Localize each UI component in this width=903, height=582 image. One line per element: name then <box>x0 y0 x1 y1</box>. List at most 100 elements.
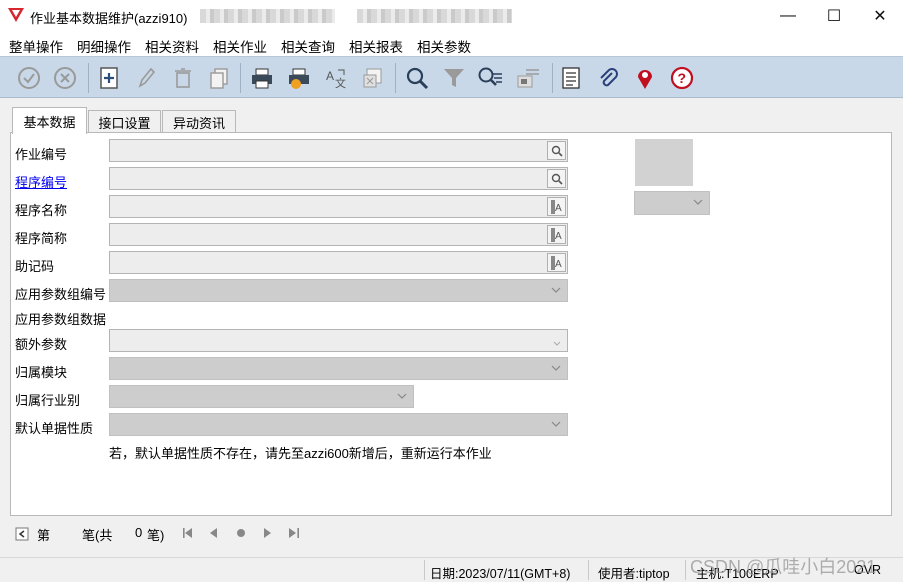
attachment-icon[interactable] <box>594 64 622 92</box>
default-doc-type-select[interactable] <box>109 413 568 436</box>
chevron-down-icon <box>693 199 703 205</box>
status-date: 日期:2023/07/11(GMT+8) <box>430 567 571 581</box>
first-record-icon[interactable] <box>183 528 193 538</box>
label-default-doc-type: 默认单据性质 <box>15 421 94 436</box>
svg-text:文: 文 <box>335 76 346 90</box>
goto-record-icon[interactable] <box>15 527 29 541</box>
menu-related-params[interactable]: 相关参数 <box>417 36 471 56</box>
maximize-button[interactable]: ☐ <box>811 0 857 32</box>
label-program-no-link[interactable]: 程序编号 <box>15 172 67 191</box>
watermark: CSDN @瓜哇小白2021 <box>690 557 877 577</box>
translate-icon[interactable]: A文 <box>322 64 350 92</box>
report-list-icon[interactable] <box>557 64 585 92</box>
job-no-field[interactable] <box>109 139 568 162</box>
chevron-down-icon <box>551 365 561 371</box>
param-group-no-select[interactable] <box>109 279 568 302</box>
toolbar: A文 ? <box>0 56 903 98</box>
label-module: 归属模块 <box>15 365 68 380</box>
close-button[interactable]: ✕ <box>857 0 903 32</box>
lookup-icon[interactable] <box>547 141 566 160</box>
menu-related-jobs[interactable]: 相关作业 <box>213 36 267 56</box>
program-name-field[interactable]: A <box>109 195 568 218</box>
filter-icon[interactable] <box>440 64 468 92</box>
label-industry: 归属行业别 <box>15 393 81 408</box>
print-setup-icon[interactable] <box>285 64 313 92</box>
chevron-down-icon <box>397 393 407 399</box>
svg-text:A: A <box>326 69 334 83</box>
current-record-icon[interactable] <box>236 528 246 538</box>
label-program-name: 程序名称 <box>15 203 68 218</box>
program-no-field[interactable] <box>109 167 568 190</box>
nav-prefix: 第 <box>37 528 51 543</box>
tab-change-info[interactable]: 异动资讯 <box>162 110 236 134</box>
scroll-down-icon[interactable] <box>553 341 561 347</box>
print-icon[interactable] <box>248 64 276 92</box>
search-icon[interactable] <box>403 64 431 92</box>
program-short-field[interactable]: A <box>109 223 568 246</box>
menu-bar: 整单操作 明细操作 相关资料 相关作业 相关查询 相关报表 相关参数 <box>0 32 903 56</box>
label-mnemonic: 助记码 <box>15 259 55 274</box>
svg-text:A: A <box>555 203 562 214</box>
minimize-button[interactable]: — <box>765 0 811 32</box>
last-record-icon[interactable] <box>289 528 299 538</box>
tab-interface-settings[interactable]: 接口设置 <box>88 110 161 134</box>
svg-text:?: ? <box>678 70 687 86</box>
next-record-icon[interactable] <box>264 528 272 538</box>
redacted-info <box>200 9 335 23</box>
prev-record-icon[interactable] <box>210 528 218 538</box>
svg-text:A: A <box>555 259 562 270</box>
redacted-info <box>357 9 512 23</box>
menu-detail[interactable]: 明细操作 <box>77 36 131 56</box>
status-separator <box>588 560 589 580</box>
export-icon[interactable] <box>514 64 542 92</box>
cancel-icon[interactable] <box>51 64 79 92</box>
lookup-icon[interactable] <box>547 169 566 188</box>
status-separator <box>685 560 686 580</box>
hint-text: 若，默认单据性质不存在，请先至azzi600新增后，重新运行本作业 <box>109 446 492 461</box>
toolbar-separator <box>395 63 396 93</box>
status-separator <box>424 560 425 580</box>
multilang-icon[interactable]: A <box>547 253 566 272</box>
label-extra-params: 额外参数 <box>15 337 68 352</box>
multilang-icon[interactable]: A <box>547 197 566 216</box>
label-param-group-no: 应用参数组编号 <box>15 287 107 302</box>
title-bar: 作业基本数据维护(azzi910) — ☐ ✕ <box>0 0 903 32</box>
image-placeholder[interactable] <box>635 139 693 186</box>
edit-icon[interactable] <box>132 64 160 92</box>
location-icon[interactable] <box>631 64 659 92</box>
svg-text:A: A <box>555 231 562 242</box>
tab-basic-data[interactable]: 基本数据 <box>12 107 87 134</box>
chevron-down-icon <box>551 287 561 293</box>
nav-middle: 笔(共 <box>82 528 113 543</box>
close-window-icon[interactable] <box>359 64 387 92</box>
module-select[interactable] <box>109 357 568 380</box>
confirm-icon[interactable] <box>15 64 43 92</box>
delete-icon[interactable] <box>169 64 197 92</box>
status-user: 使用者:tiptop <box>598 567 670 581</box>
record-count: 0 <box>135 525 143 540</box>
menu-related-data[interactable]: 相关资料 <box>145 36 199 56</box>
label-param-group-data: 应用参数组数据 <box>15 312 107 327</box>
toolbar-separator <box>240 63 241 93</box>
help-icon[interactable]: ? <box>668 64 696 92</box>
record-navigation: 第 笔(共 0 笔) <box>10 520 892 546</box>
menu-related-query[interactable]: 相关查询 <box>281 36 335 56</box>
label-program-short: 程序简称 <box>15 231 68 246</box>
extra-params-textarea[interactable] <box>109 329 568 352</box>
mnemonic-field[interactable]: A <box>109 251 568 274</box>
label-job-no: 作业编号 <box>15 147 68 162</box>
menu-related-report[interactable]: 相关报表 <box>349 36 403 56</box>
side-select[interactable] <box>634 191 710 215</box>
multilang-icon[interactable]: A <box>547 225 566 244</box>
app-logo-icon <box>8 8 24 22</box>
window-title: 作业基本数据维护(azzi910) <box>30 11 188 26</box>
advanced-search-icon[interactable] <box>476 64 504 92</box>
toolbar-separator <box>552 63 553 93</box>
chevron-down-icon <box>551 421 561 427</box>
nav-suffix: 笔) <box>147 528 165 543</box>
toolbar-separator <box>88 63 89 93</box>
menu-whole-doc[interactable]: 整单操作 <box>9 36 63 56</box>
industry-select[interactable] <box>109 385 414 408</box>
copy-icon[interactable] <box>205 64 233 92</box>
add-icon[interactable] <box>95 64 123 92</box>
